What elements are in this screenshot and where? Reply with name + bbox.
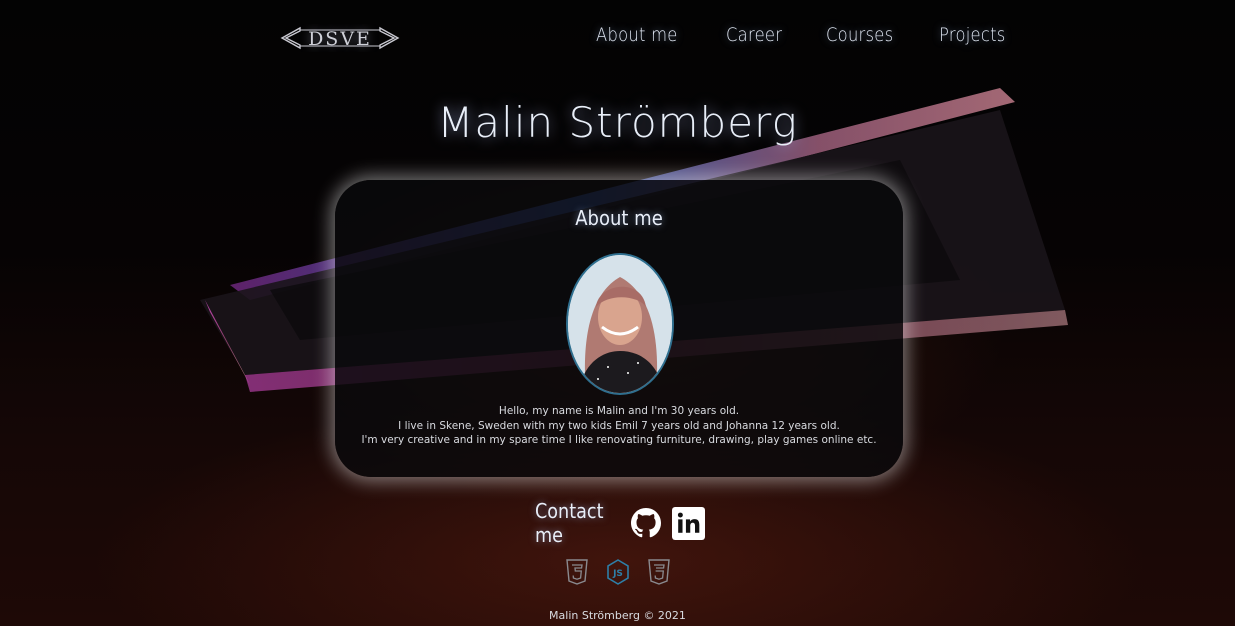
nav-projects[interactable]: Projects bbox=[933, 24, 1012, 46]
site-logo[interactable]: DSVE bbox=[280, 24, 400, 52]
github-icon[interactable] bbox=[631, 508, 661, 538]
logo-icon: DSVE bbox=[280, 26, 400, 50]
tech-stack: JS bbox=[566, 559, 670, 585]
page: DSVE About me Career Courses Projects Ma… bbox=[0, 0, 1235, 626]
linkedin-icon[interactable] bbox=[672, 506, 705, 540]
about-bio: Hello, my name is Malin and I'm 30 years… bbox=[335, 404, 903, 448]
profile-photo-image bbox=[568, 255, 672, 393]
about-card: About me Hello, my name is Malin and I'm… bbox=[335, 180, 903, 477]
svg-text:DSVE: DSVE bbox=[308, 28, 372, 50]
main-nav: About me Career Courses Projects bbox=[590, 24, 1046, 46]
nodejs-icon: JS bbox=[607, 559, 629, 585]
page-title: Malin Strömberg bbox=[437, 98, 798, 147]
bio-line: I'm very creative and in my spare time I… bbox=[361, 434, 877, 446]
nav-about-me[interactable]: About me bbox=[590, 24, 684, 46]
contact-section: Contact me bbox=[535, 499, 705, 547]
about-heading: About me bbox=[575, 206, 663, 230]
css3-icon bbox=[648, 559, 670, 585]
bio-line: Hello, my name is Malin and I'm 30 years… bbox=[498, 405, 740, 417]
footer-copyright: Malin Strömberg © 2021 bbox=[549, 609, 686, 622]
contact-label: Contact me bbox=[535, 499, 604, 547]
nav-courses[interactable]: Courses bbox=[820, 24, 899, 46]
nav-career[interactable]: Career bbox=[720, 24, 788, 46]
profile-photo bbox=[566, 253, 674, 395]
html5-icon bbox=[566, 559, 588, 585]
svg-text:JS: JS bbox=[612, 569, 623, 579]
bio-line: I live in Skene, Sweden with my two kids… bbox=[398, 419, 840, 432]
